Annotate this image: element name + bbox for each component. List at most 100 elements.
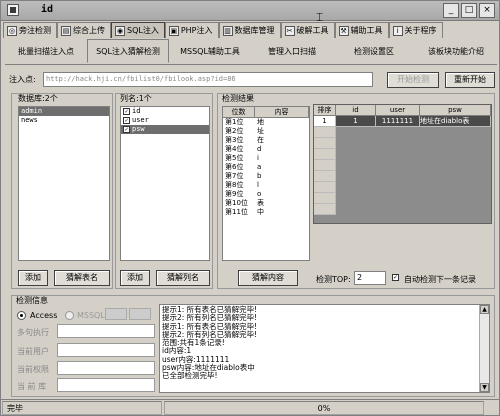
tab-upload[interactable]: ▤ 综合上传 bbox=[57, 22, 111, 38]
checkbox-checked-icon[interactable]: ✓ bbox=[123, 125, 130, 133]
database-panel: 数据库:2个 admin news 添加 猜解表名 bbox=[11, 93, 113, 289]
add-table-button[interactable]: 添加 bbox=[18, 270, 48, 286]
auto-detect-checkbox[interactable]: ✓ bbox=[392, 274, 399, 281]
table-row[interactable]: 第11位中 bbox=[223, 208, 309, 217]
current-db-label: 当 前 库 bbox=[17, 382, 47, 391]
list-item[interactable]: ✓ id bbox=[121, 107, 209, 116]
tab-crack[interactable]: ✂ 破解工具 bbox=[280, 22, 335, 38]
table-row[interactable]: 第5位 i bbox=[223, 154, 309, 163]
list-item[interactable]: admin bbox=[19, 107, 109, 116]
table-row[interactable]: 第7位 b bbox=[223, 172, 309, 181]
start-detect-button[interactable]: 开始检测 bbox=[387, 72, 439, 88]
title-bar[interactable]: id ⌶ _ □ × bbox=[1, 1, 499, 24]
grid-header-id[interactable]: id bbox=[336, 105, 376, 116]
tab-sql-inject[interactable]: ◉ SQL注入 bbox=[111, 22, 165, 38]
current-privilege-label: 当前权限 bbox=[17, 365, 49, 374]
column-panel: 列名:1个 ✓ id ✓ user ✓ psw 添加 猜解列名 bbox=[115, 93, 213, 289]
result-title: 检测结果 bbox=[222, 94, 254, 103]
tab-side-detect[interactable]: ◎ 旁注检测 bbox=[3, 22, 57, 38]
grid-header-order[interactable]: 排序 bbox=[314, 105, 336, 116]
table-row[interactable]: 1 1 1111111 地址在diablo表 bbox=[314, 116, 491, 127]
main-window: id ⌶ _ □ × ◎ 旁注检测 ▤ 综合上传 ◉ SQL注入 ▣ PHP注入 ▥ 数据… bbox=[0, 0, 500, 416]
checkbox-checked-icon[interactable]: ✓ bbox=[123, 107, 130, 115]
tab-tools[interactable]: ⚒ 辅助工具 bbox=[334, 22, 389, 38]
table-row[interactable]: 第9位 o bbox=[223, 190, 309, 199]
tab-database[interactable]: ▥ 数据库管理 bbox=[218, 22, 281, 38]
upload-icon: ▤ bbox=[61, 25, 71, 36]
close-button[interactable]: × bbox=[479, 3, 495, 18]
subtab-mssql-tools[interactable]: MSSQL辅助工具 bbox=[169, 39, 251, 63]
detect-top-label: 检测TOP: bbox=[316, 275, 351, 284]
detect-top-input[interactable]: 2 bbox=[354, 271, 386, 285]
current-user-label: 当前用户 bbox=[17, 347, 49, 356]
subtab-sql-guess[interactable]: SQL注入猜解检测 bbox=[87, 39, 169, 63]
inject-point-row: 注入点: http://hack.hji.cn/fbilist0/fbilook… bbox=[9, 71, 495, 89]
log-output[interactable]: 提示1: 所有表名已猜解完毕! 提示2: 所有列名已猜解完毕! 提示1: 所有表… bbox=[159, 304, 490, 393]
column-header-content[interactable]: 内容 bbox=[255, 107, 309, 117]
table-row[interactable]: 第10位表 bbox=[223, 199, 309, 208]
multi-exec-label: 多句执行 bbox=[17, 328, 49, 337]
add-column-button[interactable]: 添加 bbox=[120, 270, 150, 286]
restart-button[interactable]: 重新开始 bbox=[445, 72, 495, 88]
tab-about[interactable]: i 关于程序 bbox=[388, 22, 443, 38]
radio-dot-icon bbox=[20, 314, 23, 317]
current-user-field[interactable] bbox=[57, 343, 155, 357]
table-row[interactable]: 第2位址 bbox=[223, 127, 309, 136]
disabled-button[interactable] bbox=[105, 308, 127, 320]
progress-text: 0% bbox=[164, 401, 484, 415]
table-row[interactable]: 第8位 l bbox=[223, 181, 309, 190]
status-bar: 完毕 0% bbox=[1, 399, 499, 416]
list-item[interactable]: ✓ user bbox=[121, 116, 209, 125]
column-count-label: 列名:1个 bbox=[120, 94, 152, 103]
subtab-help[interactable]: 该板块功能介绍 bbox=[415, 39, 497, 63]
table-row[interactable]: 第3位在 bbox=[223, 136, 309, 145]
multi-exec-field[interactable] bbox=[57, 324, 155, 338]
database-icon: ▥ bbox=[222, 25, 233, 36]
column-header-position[interactable]: 位数 bbox=[223, 107, 255, 117]
result-table[interactable]: 位数 内容 第1位地 第2位址 第3位在 第4位 d 第5位 i 第6位 a 第7位 b… bbox=[222, 106, 310, 261]
subtab-admin-scan[interactable]: 管理入口扫描 bbox=[251, 39, 333, 63]
log-line: 范围:共有1条记录! bbox=[162, 338, 225, 348]
checkbox-checked-icon[interactable]: ✓ bbox=[123, 116, 130, 124]
subtab-settings[interactable]: 检测设置区 bbox=[333, 39, 415, 63]
column-list[interactable]: ✓ id ✓ user ✓ psw bbox=[120, 106, 210, 261]
mssql-radio[interactable] bbox=[65, 311, 74, 320]
top-tab-bar: ◎ 旁注检测 ▤ 综合上传 ◉ SQL注入 ▣ PHP注入 ▥ 数据库管理 ✂ 破解工具 ⚒… bbox=[3, 22, 499, 39]
database-list[interactable]: admin news bbox=[18, 106, 110, 261]
log-scrollbar[interactable]: ▲ ▼ bbox=[479, 305, 489, 392]
disabled-button[interactable] bbox=[129, 308, 151, 320]
tools-icon: ⚒ bbox=[338, 25, 349, 36]
auto-detect-label: 自动检测下一条记录 bbox=[404, 275, 476, 284]
result-table-header: 位数 内容 bbox=[223, 107, 309, 118]
current-db-field[interactable] bbox=[57, 378, 155, 392]
guess-content-button[interactable]: 猜解内容 bbox=[238, 270, 298, 286]
list-item[interactable]: ✓ psw bbox=[121, 125, 209, 134]
radar-icon: ◎ bbox=[7, 25, 17, 36]
table-row[interactable]: 第1位地 bbox=[223, 118, 309, 127]
grid-header-psw[interactable]: psw bbox=[420, 105, 491, 116]
log-line: 已全部检测完毕! bbox=[162, 371, 218, 381]
scroll-down-icon[interactable]: ▼ bbox=[480, 383, 489, 392]
crack-icon: ✂ bbox=[284, 25, 295, 36]
subtab-batch-scan[interactable]: 批量扫描注入点 bbox=[5, 39, 87, 63]
tab-php-inject[interactable]: ▣ PHP注入 bbox=[164, 22, 219, 38]
grid-header-user[interactable]: user bbox=[376, 105, 420, 116]
guess-column-button[interactable]: 猜解列名 bbox=[156, 270, 210, 286]
access-label: Access bbox=[30, 311, 58, 320]
list-item[interactable]: news bbox=[19, 116, 109, 125]
table-row[interactable]: 第4位 d bbox=[223, 145, 309, 154]
status-text: 完毕 bbox=[2, 401, 162, 415]
table-row[interactable]: 第6位 a bbox=[223, 163, 309, 172]
current-privilege-field[interactable] bbox=[57, 361, 155, 375]
sub-tab-bar: 批量扫描注入点 SQL注入猜解检测 MSSQL辅助工具 管理入口扫描 检测设置区… bbox=[5, 39, 497, 65]
scroll-up-icon[interactable]: ▲ bbox=[480, 305, 489, 314]
sql-result-grid[interactable]: 排序 id user psw 1 1 1111111 地址在diablo表 bbox=[313, 104, 492, 224]
inject-point-input[interactable]: http://hack.hji.cn/fbilist0/fbilook.asp?… bbox=[43, 72, 373, 87]
guess-table-button[interactable]: 猜解表名 bbox=[54, 270, 110, 286]
app-icon bbox=[7, 4, 19, 16]
info-icon: i bbox=[392, 25, 403, 36]
maximize-button[interactable]: □ bbox=[461, 3, 477, 18]
mssql-label: MSSQL bbox=[77, 311, 105, 320]
minimize-button[interactable]: _ bbox=[443, 3, 459, 18]
grid-header: 排序 id user psw bbox=[314, 105, 491, 116]
